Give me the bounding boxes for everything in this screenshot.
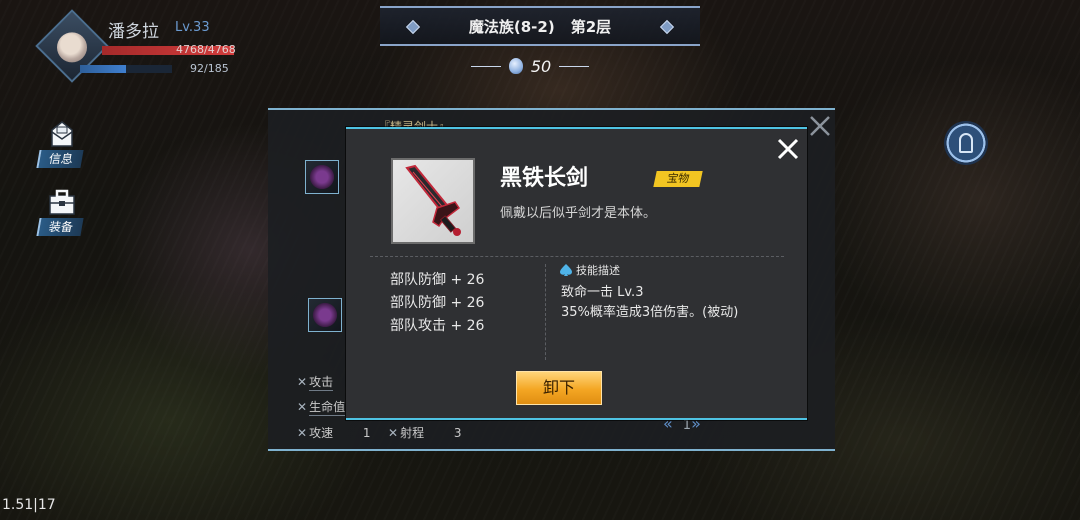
stat-hp: ✕ 生命值 <box>297 400 346 416</box>
avatar-portrait <box>57 32 87 63</box>
close-icon[interactable] <box>776 137 800 161</box>
crossed-swords-icon: ✕ <box>297 375 308 389</box>
stat-range: ✕ 射程 3 <box>388 426 462 440</box>
item-name: 黑铁长剑 <box>500 166 589 191</box>
gem-icon <box>508 58 523 74</box>
stat-attack: ✕ 攻击 <box>297 375 334 391</box>
skill-description: 35%概率造成3倍伤害。(被动) <box>561 305 739 320</box>
crossed-swords-icon: ✕ <box>388 426 399 440</box>
stage-banner: 魔法族(8-2) 第2层 <box>380 6 700 46</box>
lock-button[interactable] <box>944 121 988 165</box>
modal-vertical-divider <box>545 264 546 360</box>
item-description: 佩戴以后似乎剑才是本体。 <box>500 206 657 221</box>
mp-bar-fill <box>80 65 126 73</box>
item-image-frame <box>391 158 475 244</box>
sword-icon <box>310 165 334 189</box>
fps-counter: 1.51|17 <box>2 497 56 513</box>
unequip-button[interactable]: 卸下 <box>516 371 602 405</box>
toolbox-icon <box>49 189 75 215</box>
spade-icon <box>560 264 572 276</box>
player-name: 潘多拉 <box>108 22 159 42</box>
info-button[interactable]: 信息 <box>36 120 88 170</box>
keyhole-icon <box>959 133 973 153</box>
currency-display: 50 <box>455 54 605 78</box>
banner-left-diamond-icon <box>405 19 421 35</box>
bonus-line: 部队攻击 + 26 <box>390 318 485 334</box>
currency-right-line <box>559 65 590 67</box>
equip-slot-armor[interactable] <box>308 298 342 332</box>
equipment-button[interactable]: 装备 <box>36 188 88 238</box>
hp-text: 4768/4768 <box>176 43 236 56</box>
equip-slot-weapon[interactable] <box>305 160 339 194</box>
stage-title: 魔法族(8-2) <box>468 17 555 36</box>
mp-text: 92/185 <box>190 62 229 75</box>
bonus-line: 部队防御 + 26 <box>390 295 485 311</box>
banner-right-diamond-icon <box>659 19 675 35</box>
equipment-label: 装备 <box>36 218 84 236</box>
page-number: 1 <box>682 418 692 433</box>
item-rarity-badge: 宝物 <box>653 171 703 187</box>
mail-icon <box>51 121 73 147</box>
stage-floor: 第2层 <box>570 17 612 36</box>
stat-attack-speed: ✕ 攻速 1 <box>297 426 371 440</box>
currency-left-line <box>470 65 501 67</box>
player-level: Lv.33 <box>175 20 210 35</box>
sword-icon <box>405 164 461 236</box>
skill-name: 致命一击 Lv.3 <box>561 285 644 300</box>
panel-close-icon[interactable] <box>808 114 832 138</box>
boots-icon <box>313 303 337 327</box>
modal-divider <box>370 256 784 257</box>
skill-header: 技能描述 <box>559 262 620 278</box>
crossed-swords-icon: ✕ <box>297 426 308 440</box>
bonus-line: 部队防御 + 26 <box>390 272 485 288</box>
info-label: 信息 <box>36 150 84 168</box>
mp-bar <box>80 65 172 73</box>
player-status[interactable]: 潘多拉 Lv.33 4768/4768 92/185 <box>35 9 260 84</box>
crossed-swords-icon: ✕ <box>297 400 308 414</box>
currency-value: 50 <box>530 56 552 76</box>
